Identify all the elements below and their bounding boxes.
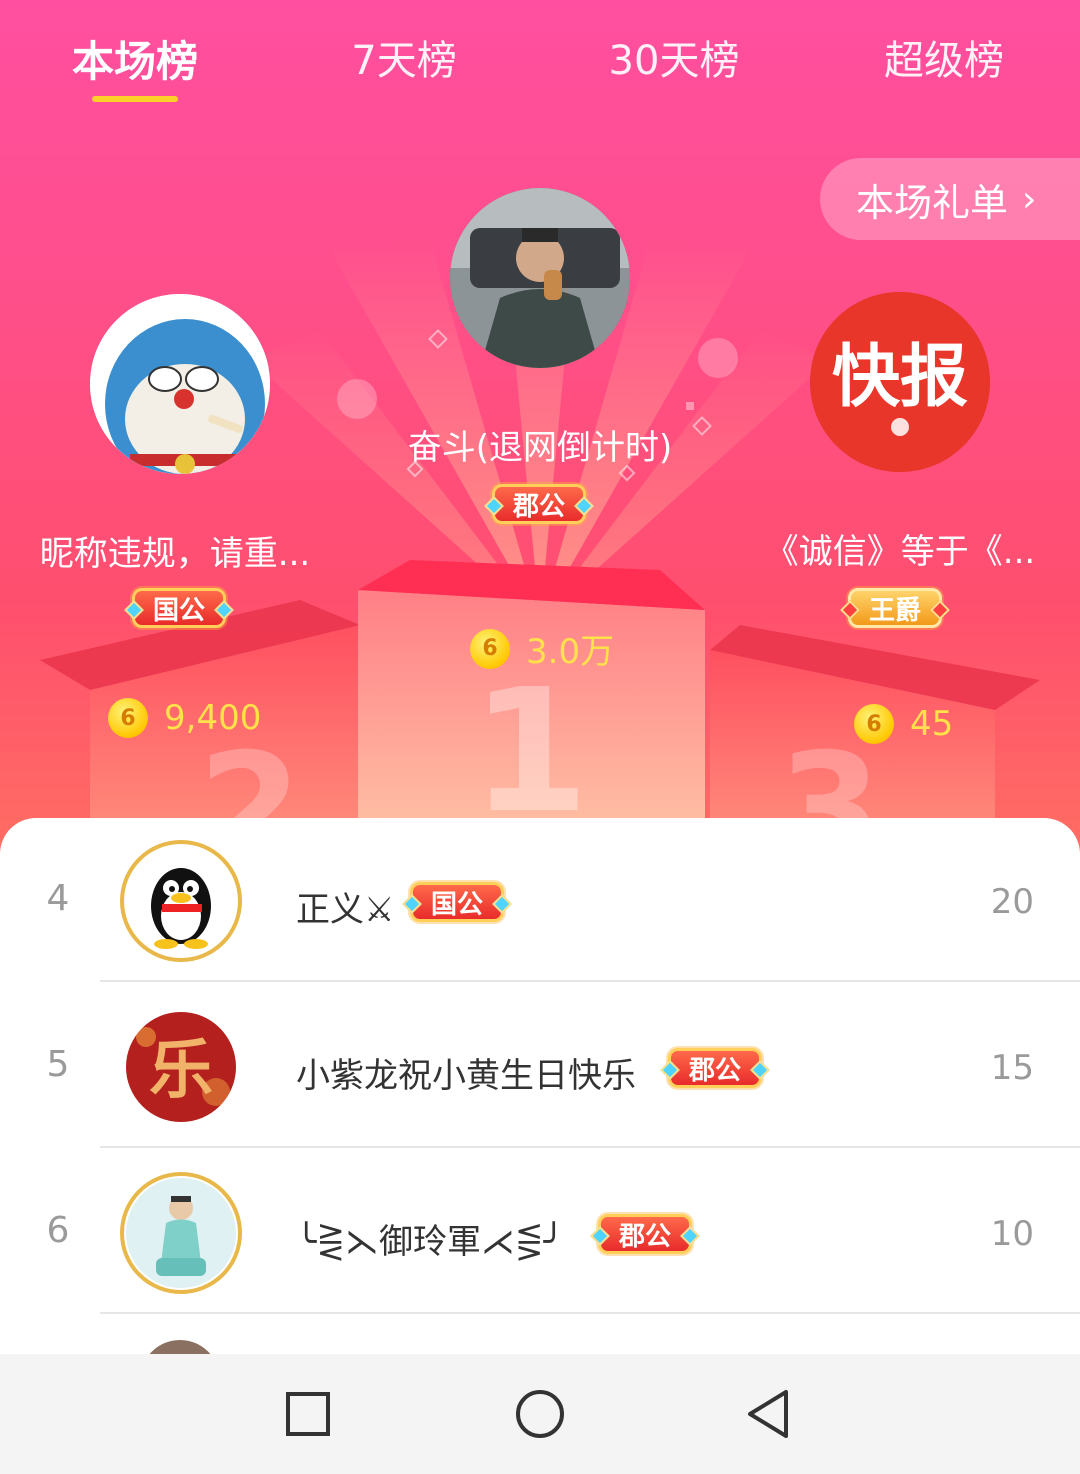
coin-icon: 6 [108,698,148,738]
list-item-name: 正义⚔ [296,890,395,930]
first-place-score-value: 3.0万 [526,632,615,672]
list-item[interactable]: 6 ╰⋛⋋御玲軍⋌⋚╯ 郡公 10 [0,1150,1080,1314]
second-place-name: 昵称违规，请重... [39,534,311,574]
second-place-score-value: 9,400 [164,698,262,738]
tab-30-days[interactable]: 30天榜 [564,28,784,86]
list-item-badge: 郡公 [598,1214,693,1254]
tab-this-session[interactable]: 本场榜 [25,28,245,89]
system-navigation-bar [0,1354,1080,1474]
coin-icon: 6 [470,628,510,669]
second-place-badge: 国公 [132,588,227,628]
first-place-badge: 郡公 [492,484,587,524]
third-place-score-value: 45 [910,704,954,744]
third-place-score: 6 45 [854,704,953,744]
second-place-score: 6 9,400 [108,698,261,738]
list-item-name: 小紫龙祝小黄生日快乐 [296,1056,636,1096]
list-item-avatar[interactable]: 乐 [126,1012,236,1122]
ranking-tabs: 本场榜 7天榜 30天榜 超级榜 [0,28,1080,108]
third-place-avatar[interactable]: 快报 [810,292,990,472]
list-item-name: ╰⋛⋋御玲軍⋌⋚╯ [296,1222,564,1262]
list-item-badge: 郡公 [668,1048,763,1088]
ranking-hero: 1 2 3 本场榜 7天榜 30天榜 超级榜 本场礼单 › 奋斗(退网倒计时) … [0,0,1080,860]
back-triangle-icon[interactable] [740,1384,800,1444]
gift-list-button[interactable]: 本场礼单 › [820,158,1080,240]
home-circle-icon[interactable] [510,1384,570,1444]
list-item-score: 15 [990,1048,1034,1088]
ranking-list: 4 正义⚔ 国公 20 5 乐 小紫龙祝小黄生日快乐 郡公 15 6 ╰⋛⋋御玲… [0,818,1080,1380]
list-item-score: 10 [990,1214,1034,1254]
avatar-frame [120,840,242,962]
second-place-avatar[interactable] [90,294,270,474]
divider [100,1312,1080,1314]
list-item-rank: 4 [46,878,70,919]
first-place-score: 6 3.0万 [470,624,614,673]
chevron-right-icon: › [1022,178,1037,220]
third-place-badge: 王爵 [848,588,943,628]
list-item[interactable]: 5 乐 小紫龙祝小黄生日快乐 郡公 15 [0,984,1080,1148]
gift-list-label: 本场礼单 [856,180,1009,225]
divider [100,1146,1080,1148]
list-item-rank: 5 [46,1044,70,1085]
third-place-avatar-text: 快报 [832,338,968,417]
list-item-score: 20 [990,882,1034,922]
tab-super[interactable]: 超级榜 [834,28,1054,86]
recents-square-icon[interactable] [278,1384,338,1444]
tab-7-days[interactable]: 7天榜 [294,28,514,86]
divider [100,980,1080,982]
list-item-badge: 国公 [410,882,505,922]
avatar-frame [120,1172,242,1294]
first-place-name: 奋斗(退网倒计时) [407,428,673,468]
third-place-name: 《诚信》等于《... [764,532,1036,572]
active-tab-indicator [92,96,178,102]
coin-icon: 6 [854,704,894,744]
list-item[interactable]: 4 正义⚔ 国公 20 [0,818,1080,982]
list-item-rank: 6 [46,1210,70,1251]
list-item-avatar-text: 乐 [149,1034,213,1108]
first-place-avatar[interactable] [450,188,630,368]
